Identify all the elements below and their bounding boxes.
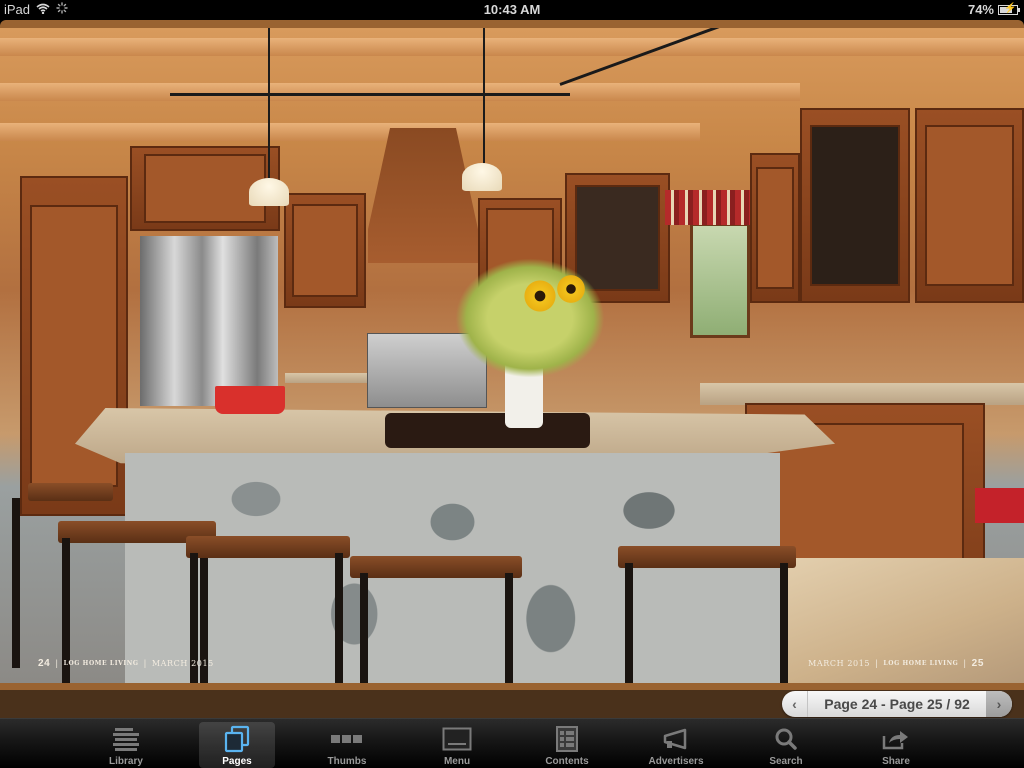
upper-cabinet — [915, 108, 1024, 303]
tab-label: Advertisers — [648, 756, 704, 767]
tab-label: Contents — [545, 756, 589, 767]
bar-stool-leg — [780, 563, 788, 683]
chevron-left-icon: ‹ — [792, 696, 797, 712]
tab-label: Share — [882, 756, 910, 767]
pages-icon — [223, 724, 251, 754]
right-issue: MARCH 2015 — [808, 659, 871, 668]
ceiling-beam — [0, 38, 1024, 56]
bar-stool-leg — [505, 573, 513, 683]
tab-label: Search — [769, 756, 803, 767]
folio-separator: | — [143, 659, 147, 668]
next-page-button[interactable]: › — [986, 691, 1012, 717]
light-track — [170, 93, 570, 96]
tab-library[interactable]: Library — [88, 722, 164, 768]
range-hood — [368, 128, 478, 263]
tab-label: Pages — [222, 756, 252, 767]
bench-cushion — [975, 488, 1024, 523]
previous-page-button[interactable]: ‹ — [782, 691, 808, 717]
left-page-number: 24 — [38, 658, 51, 669]
page-indicator[interactable]: Page 24 - Page 25 / 92 — [808, 696, 986, 712]
library-list-icon — [112, 724, 140, 754]
folio-separator: | — [875, 659, 879, 668]
glass-cabinet — [800, 108, 910, 303]
tab-search[interactable]: Search — [748, 722, 824, 768]
reader-frame: 24 | LOG HOME LIVING | MARCH 2015 MARCH … — [0, 20, 1024, 718]
folio-separator: | — [963, 659, 967, 668]
megaphone-icon — [663, 724, 689, 754]
bar-stool-leg — [12, 498, 20, 668]
tab-contents[interactable]: Contents — [529, 722, 605, 768]
charging-bolt-icon: ⚡ — [1004, 2, 1017, 14]
bar-stool-leg — [625, 563, 633, 683]
chevron-right-icon: › — [996, 696, 1002, 712]
tab-label: Library — [109, 756, 143, 767]
curtain — [665, 190, 750, 225]
window — [690, 223, 750, 338]
left-issue: MARCH 2015 — [151, 659, 214, 668]
tab-label: Thumbs — [327, 756, 367, 767]
upper-cabinet — [750, 153, 800, 303]
battery-charging-icon: ⚡ — [998, 2, 1020, 15]
right-page-number: 25 — [971, 658, 984, 669]
tab-advertisers[interactable]: Advertisers — [638, 722, 714, 768]
menu-screen-icon — [442, 724, 472, 754]
bar-stool-seat — [186, 536, 350, 558]
pendant-lamp — [249, 178, 289, 206]
serving-tray — [385, 413, 590, 448]
ceiling-beam — [0, 83, 800, 101]
ceiling-beam — [0, 123, 700, 141]
tab-label: Menu — [443, 756, 471, 767]
clock: 10:43 AM — [483, 2, 541, 17]
sunflower — [555, 273, 587, 305]
bar-stool-seat — [28, 483, 113, 501]
red-pot — [215, 386, 285, 414]
side-counter — [700, 383, 1024, 405]
folio-separator: | — [55, 659, 59, 668]
tab-thumbs[interactable]: Thumbs — [309, 722, 385, 768]
pendant-cord — [268, 28, 270, 178]
tab-share[interactable]: Share — [858, 722, 934, 768]
share-icon — [882, 724, 910, 754]
upper-cabinet — [284, 193, 366, 308]
thumbs-icon — [331, 724, 363, 754]
page-spread[interactable]: 24 | LOG HOME LIVING | MARCH 2015 MARCH … — [0, 28, 1024, 683]
sunflower — [522, 278, 558, 314]
search-icon — [774, 724, 798, 754]
light-track — [559, 28, 777, 86]
bar-stool-seat — [350, 556, 522, 578]
battery-percent: 74% — [967, 2, 994, 17]
tab-pages[interactable]: Pages — [199, 722, 275, 768]
right-page-folio: MARCH 2015 | LOG HOME LIVING | 25 — [808, 658, 984, 669]
pendant-cord — [483, 28, 485, 163]
refrigerator — [140, 236, 278, 406]
contents-grid-icon — [556, 724, 578, 754]
flower-leaves — [455, 258, 605, 378]
bar-stool-seat — [618, 546, 796, 568]
pendant-lamp — [462, 163, 502, 191]
tab-bar: Library Pages Thumbs Menu Contents Adver… — [0, 718, 1024, 768]
status-bar: iPad 10:43 AM 74% ⚡ — [0, 0, 1024, 20]
right-publication: LOG HOME LIVING — [883, 660, 959, 667]
tab-menu[interactable]: Menu — [419, 722, 495, 768]
left-page-folio: 24 | LOG HOME LIVING | MARCH 2015 — [38, 658, 214, 669]
bar-stool-leg — [335, 553, 343, 683]
page-navigator: ‹ Page 24 - Page 25 / 92 › — [782, 691, 1012, 717]
kitchen-photo — [0, 28, 1024, 683]
left-publication: LOG HOME LIVING — [63, 660, 139, 667]
bar-stool-leg — [360, 573, 368, 683]
status-right: 74% ⚡ — [967, 2, 1020, 17]
pantry-cabinet — [20, 176, 128, 516]
